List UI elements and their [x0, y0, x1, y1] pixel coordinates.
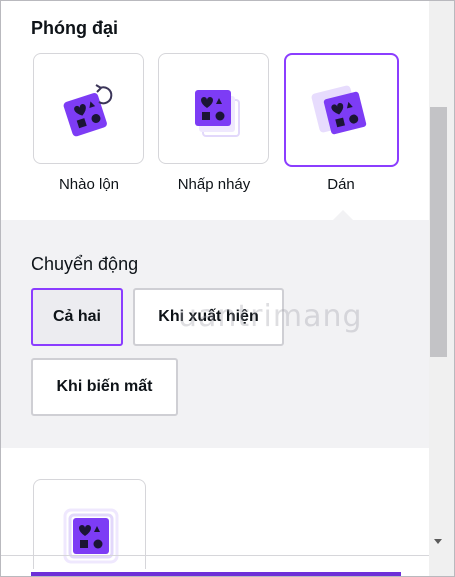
scroll-down-arrow-icon[interactable] — [434, 539, 442, 544]
motion-title: Chuyển động — [31, 254, 139, 274]
scrollbar-thumb[interactable] — [430, 107, 447, 357]
selection-pointer — [333, 210, 353, 220]
style-tile-stomp[interactable] — [284, 53, 399, 167]
tumble-shapes-icon — [63, 83, 112, 136]
style-label-tumble: Nhào lộn — [58, 176, 120, 193]
animation-panel-frame: Phóng đại Nhào lộn Nhấp nháy Dán Chuyển … — [0, 0, 455, 577]
animation-panel: Phóng đại Nhào lộn Nhấp nháy Dán Chuyển … — [1, 1, 429, 576]
pulse-shapes-icon — [63, 508, 119, 564]
flicker-shapes-icon — [194, 89, 240, 137]
style-label-stomp: Dán — [327, 176, 355, 193]
footer-accent-bar — [31, 572, 401, 576]
motion-options-panel: Chuyển động Cả hai Khi xuất hiện Khi biế… — [1, 220, 429, 448]
style-label-flicker: Nhấp nháy — [177, 176, 251, 193]
style-tile-tumble[interactable] — [33, 53, 144, 164]
motion-option-on-enter[interactable]: Khi xuất hiện — [133, 288, 284, 346]
motion-option-both[interactable]: Cả hai — [31, 288, 123, 346]
stomp-shapes-icon — [311, 85, 366, 135]
section-title: Phóng đại — [31, 18, 118, 38]
footer-divider — [1, 555, 429, 556]
vertical-scrollbar[interactable] — [429, 1, 454, 576]
style-tile-flicker[interactable] — [158, 53, 269, 164]
motion-option-on-exit[interactable]: Khi biến mất — [31, 358, 178, 416]
